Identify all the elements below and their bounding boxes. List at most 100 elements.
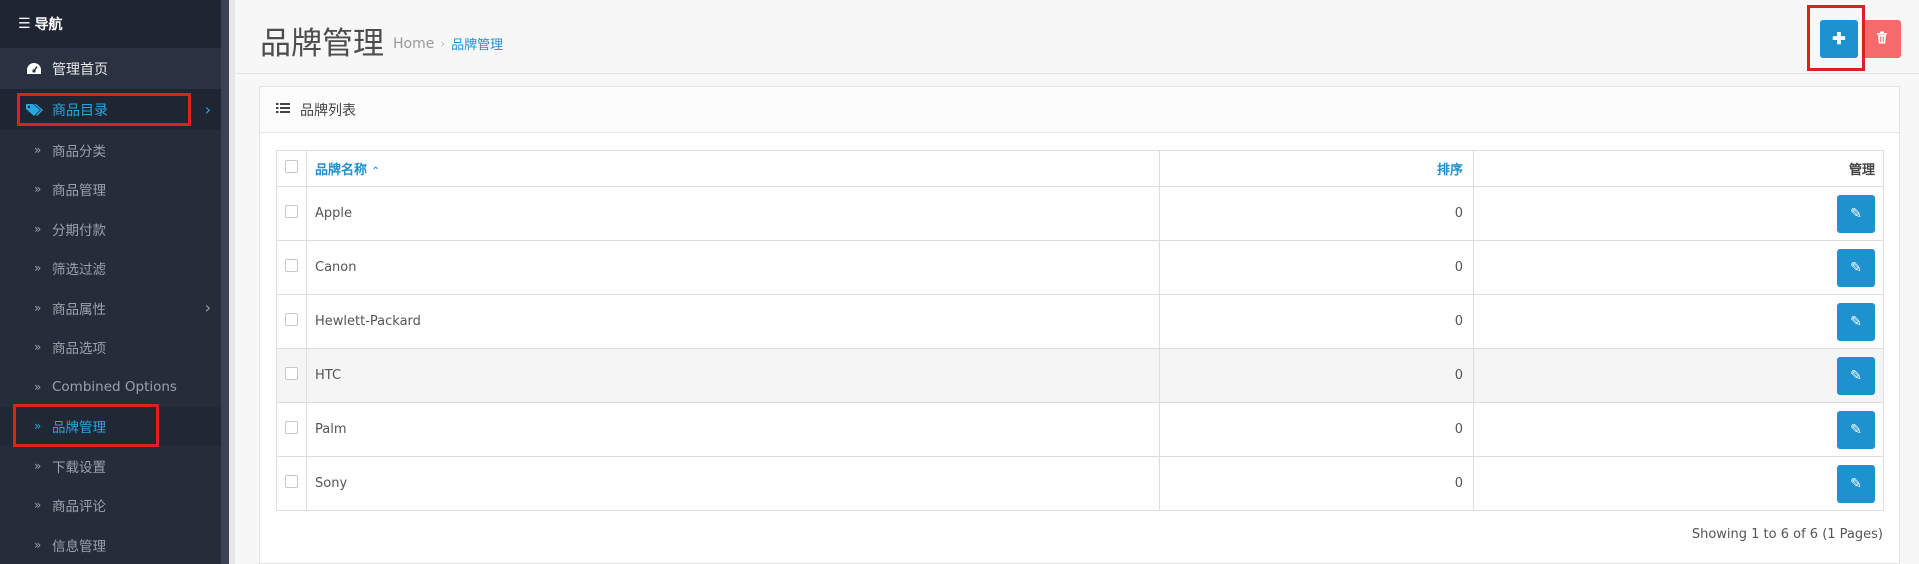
sidebar-subitem-category[interactable]: » 商品分类 [0, 130, 229, 170]
panel-heading: 品牌列表 [260, 87, 1899, 133]
chevron-right-icon: › [204, 100, 211, 119]
pencil-icon: ✎ [1850, 421, 1862, 438]
main-content: 品牌管理 Home › 品牌管理 ✚ 品牌列表 品牌名称 ⌃ 排序 管理 App… [235, 0, 1919, 564]
chevron-right-icon: › [204, 298, 211, 318]
double-chevron-icon: » [34, 182, 42, 197]
select-all-cell [276, 150, 307, 187]
sidebar-subitem-installment[interactable]: » 分期付款 [0, 209, 229, 249]
sidebar-subitem-label: Combined Options [52, 378, 177, 395]
sidebar-subitem-downloads[interactable]: » 下载设置 [0, 446, 229, 486]
tags-icon [24, 103, 44, 117]
plus-icon: ✚ [1832, 31, 1846, 48]
pencil-icon: ✎ [1850, 205, 1862, 222]
breadcrumb-current[interactable]: 品牌管理 [451, 34, 503, 53]
sidebar-item-dashboard[interactable]: 管理首页 [0, 48, 229, 89]
double-chevron-icon: » [34, 261, 42, 276]
pencil-icon: ✎ [1850, 367, 1862, 384]
column-header-action: 管理 [1473, 150, 1884, 187]
brand-name-cell: Canon [306, 240, 1160, 295]
table-row: Canon 0 ✎ [276, 240, 1884, 295]
brand-name-cell: HTC [306, 348, 1160, 403]
row-checkbox[interactable] [285, 421, 298, 434]
edit-button[interactable]: ✎ [1837, 194, 1875, 233]
sort-order-cell: 0 [1159, 348, 1474, 403]
table-row: HTC 0 ✎ [276, 348, 1884, 403]
sidebar-item-label: 商品目录 [52, 102, 108, 119]
brand-name-cell: Apple [306, 186, 1160, 241]
sidebar-subitem-reviews[interactable]: » 商品评论 [0, 485, 229, 525]
sort-asc-icon: ⌃ [371, 166, 380, 177]
sidebar-subitem-label: 分期付款 [52, 222, 106, 239]
sidebar-subitem-label: 信息管理 [52, 538, 106, 555]
double-chevron-icon: » [34, 379, 42, 394]
double-chevron-icon: » [34, 300, 42, 315]
double-chevron-icon: » [34, 498, 42, 513]
panel-title: 品牌列表 [300, 102, 356, 119]
row-checkbox[interactable] [285, 205, 298, 218]
row-checkbox[interactable] [285, 259, 298, 272]
menu-bars-icon: ☰ [18, 16, 31, 32]
brand-name-cell: Palm [306, 402, 1160, 457]
brand-name-cell: Hewlett-Packard [306, 294, 1160, 349]
edit-button[interactable]: ✎ [1837, 248, 1875, 287]
column-header-name[interactable]: 品牌名称 ⌃ [306, 150, 1160, 187]
sidebar-subitem-label: 筛选过滤 [52, 262, 106, 279]
edit-button[interactable]: ✎ [1837, 302, 1875, 341]
sidebar-subitem-label: 商品管理 [52, 183, 106, 200]
edit-button[interactable]: ✎ [1837, 464, 1875, 503]
brand-table: 品牌名称 ⌃ 排序 管理 Apple 0 ✎ Canon 0 ✎ Hewlett… [276, 150, 1884, 511]
double-chevron-icon: » [34, 221, 42, 236]
sidebar-scrollbar[interactable] [221, 0, 229, 564]
breadcrumb: Home › 品牌管理 [393, 34, 503, 54]
brand-list-panel: 品牌列表 品牌名称 ⌃ 排序 管理 Apple 0 ✎ Canon 0 ✎ He… [259, 86, 1900, 564]
delete-button[interactable] [1863, 20, 1901, 58]
page-title: 品牌管理 [260, 26, 384, 62]
dashboard-icon [24, 62, 44, 76]
double-chevron-icon: » [34, 340, 42, 355]
double-chevron-icon: » [34, 419, 42, 434]
sort-order-cell: 0 [1159, 402, 1474, 457]
pagination-summary: Showing 1 to 6 of 6 (1 Pages) [1691, 527, 1883, 542]
row-checkbox[interactable] [285, 475, 298, 488]
sidebar-header-label: 导航 [34, 17, 63, 33]
select-all-checkbox[interactable] [285, 160, 298, 173]
brand-name-cell: Sony [306, 456, 1160, 511]
sidebar-subitem-options[interactable]: » 商品选项 [0, 327, 229, 367]
sidebar-subitem-combined-options[interactable]: » Combined Options [0, 367, 229, 407]
sidebar-subitem-label: 商品选项 [52, 341, 106, 358]
list-icon [276, 102, 290, 118]
breadcrumb-separator: › [440, 36, 446, 51]
row-checkbox[interactable] [285, 313, 298, 326]
sort-order-cell: 0 [1159, 186, 1474, 241]
column-header-name-label: 品牌名称 [315, 163, 368, 178]
sidebar-subitem-attributes[interactable]: » 商品属性 › [0, 288, 229, 328]
sidebar-subitem-brands[interactable]: » 品牌管理 [0, 406, 229, 446]
edit-button[interactable]: ✎ [1837, 410, 1875, 449]
table-row: Palm 0 ✎ [276, 402, 1884, 457]
sort-order-cell: 0 [1159, 456, 1474, 511]
table-header-row: 品牌名称 ⌃ 排序 管理 [276, 150, 1884, 187]
sidebar-item-catalog[interactable]: 商品目录 › [0, 89, 229, 130]
sidebar: ☰ 导航 管理首页 商品目录 › » 商品分类 » 商品管理 » 分期付款 » … [0, 0, 229, 564]
edit-button[interactable]: ✎ [1837, 356, 1875, 395]
double-chevron-icon: » [34, 537, 42, 552]
double-chevron-icon: » [34, 458, 42, 473]
sidebar-subitem-label: 商品分类 [52, 143, 106, 160]
table-row: Sony 0 ✎ [276, 456, 1884, 511]
trash-icon [1876, 31, 1888, 47]
table-row: Hewlett-Packard 0 ✎ [276, 294, 1884, 349]
sidebar-subitem-label: 下载设置 [52, 459, 106, 476]
breadcrumb-home[interactable]: Home [393, 36, 434, 52]
sidebar-subitem-products[interactable]: » 商品管理 [0, 169, 229, 209]
sidebar-subitem-filters[interactable]: » 筛选过滤 [0, 248, 229, 288]
pencil-icon: ✎ [1850, 475, 1862, 492]
sort-order-cell: 0 [1159, 240, 1474, 295]
sidebar-header: ☰ 导航 [0, 0, 229, 48]
row-checkbox[interactable] [285, 367, 298, 380]
column-header-sort[interactable]: 排序 [1159, 150, 1474, 187]
add-button[interactable]: ✚ [1820, 20, 1858, 58]
table-row: Apple 0 ✎ [276, 186, 1884, 241]
sidebar-subitem-information[interactable]: » 信息管理 [0, 525, 229, 564]
sidebar-subitem-label: 商品属性 [52, 301, 106, 318]
sidebar-item-label: 管理首页 [52, 61, 108, 78]
